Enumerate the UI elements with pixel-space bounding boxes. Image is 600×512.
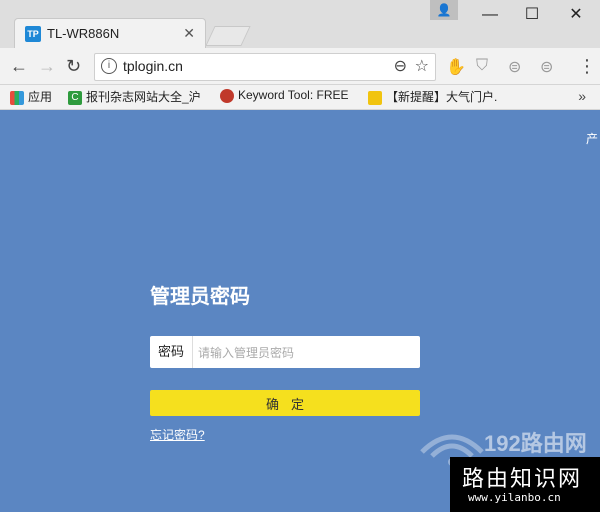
browser-toolbar: ← → ↻ i tplogin.cn ⊖ ☆ ✋ ⛉ ⊜ ⊜ ⋮ (0, 48, 600, 85)
minimize-button[interactable]: — (468, 0, 512, 30)
extension-circle-2-icon[interactable]: ⊜ (540, 57, 553, 77)
bookmark-flame-icon (220, 88, 234, 103)
extension-circle-icon[interactable]: ⊜ (508, 57, 521, 77)
bookmark-item[interactable]: 【新提醒】大气门户. (368, 88, 497, 105)
bookmarks-bar: 应用 C 报刊杂志网站大全_沪 Keyword Tool: FREE 【新提醒】大… (0, 85, 600, 110)
tp-link-favicon-icon: TP (25, 26, 41, 42)
password-box: 密码 (150, 336, 420, 368)
zoom-icon[interactable]: ⊖ (394, 56, 407, 76)
watermark-box: 路由知识网 www.yilanbo.cn (450, 457, 600, 512)
tab-title: TL-WR886N (47, 26, 120, 41)
bookmark-item[interactable]: C 报刊杂志网站大全_沪 (68, 88, 201, 105)
user-profile-icon[interactable]: 👤 (430, 0, 458, 20)
bookmark-star-icon[interactable]: ☆ (415, 56, 429, 76)
bookmark-c-icon: C (68, 90, 82, 105)
extension-hand-icon[interactable]: ✋ (446, 57, 466, 77)
password-label: 密码 (150, 336, 193, 368)
forgot-password-link[interactable]: 忘记密码? (150, 426, 205, 443)
bookmark-item[interactable]: Keyword Tool: FREE (220, 88, 349, 103)
forward-icon[interactable]: → (38, 56, 56, 77)
password-input[interactable] (196, 342, 415, 364)
confirm-button[interactable]: 确定 (150, 390, 420, 416)
router-login-page: 产 管理员密码 密码 确定 忘记密码? 192路由网 路由知识网 www.yil… (0, 110, 600, 512)
login-title: 管理员密码 (150, 286, 250, 308)
apps-grid-icon (10, 90, 24, 105)
address-bar[interactable]: i tplogin.cn ⊖ ☆ (94, 53, 436, 81)
browser-tab[interactable]: TP TL-WR886N ✕ (14, 18, 206, 49)
more-bookmarks-icon[interactable]: » (578, 88, 586, 104)
close-tab-icon[interactable]: ✕ (183, 25, 195, 42)
close-window-button[interactable]: ✕ (554, 0, 598, 30)
corner-text[interactable]: 产 (586, 130, 598, 147)
maximize-button[interactable]: ☐ (510, 0, 554, 30)
browser-menu-icon[interactable]: ⋮ (578, 56, 596, 77)
extension-shield-icon[interactable]: ⛉ (476, 57, 488, 75)
watermark-url: www.yilanbo.cn (468, 491, 561, 504)
back-icon[interactable]: ← (10, 56, 28, 77)
bookmark-apps[interactable]: 应用 (10, 88, 52, 105)
reload-icon[interactable]: ↻ (66, 56, 81, 77)
new-tab-button[interactable] (205, 26, 251, 46)
address-url: tplogin.cn (123, 58, 183, 74)
watermark-big-text: 路由知识网 (462, 467, 583, 492)
info-icon[interactable]: i (101, 58, 117, 74)
watermark-logo-text: 192路由网 (484, 431, 587, 456)
bookmark-trophy-icon (368, 90, 382, 105)
browser-titlebar: TP TL-WR886N ✕ 👤 — ☐ ✕ (0, 0, 600, 49)
